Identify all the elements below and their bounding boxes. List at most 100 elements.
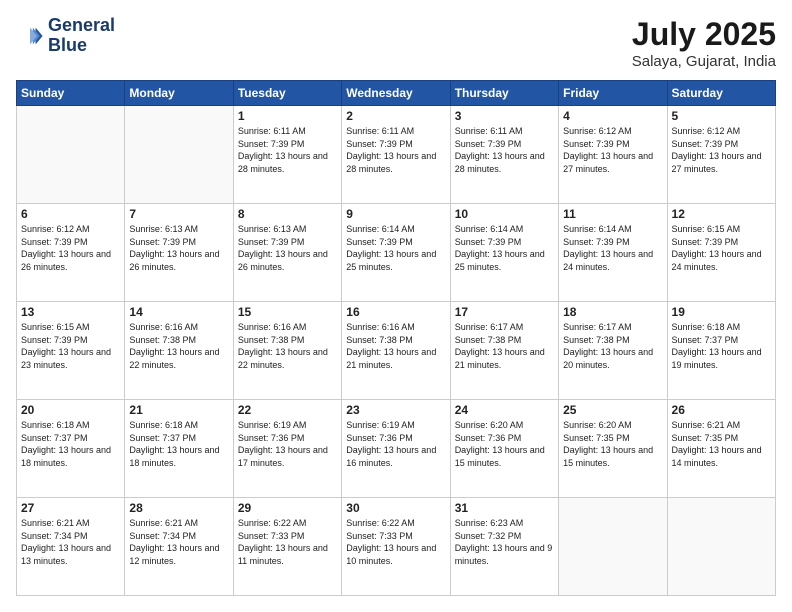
day-info: Sunrise: 6:19 AM Sunset: 7:36 PM Dayligh… <box>346 419 445 469</box>
day-number: 24 <box>455 403 554 417</box>
day-info: Sunrise: 6:16 AM Sunset: 7:38 PM Dayligh… <box>129 321 228 371</box>
day-info: Sunrise: 6:12 AM Sunset: 7:39 PM Dayligh… <box>21 223 120 273</box>
logo-line2: Blue <box>48 36 115 56</box>
logo-text: General Blue <box>48 16 115 56</box>
calendar-cell: 19 Sunrise: 6:18 AM Sunset: 7:37 PM Dayli… <box>667 302 775 400</box>
day-info: Sunrise: 6:22 AM Sunset: 7:33 PM Dayligh… <box>346 517 445 567</box>
day-info: Sunrise: 6:23 AM Sunset: 7:32 PM Dayligh… <box>455 517 554 567</box>
title-block: July 2025 Salaya, Gujarat, India <box>632 16 776 70</box>
day-info: Sunrise: 6:11 AM Sunset: 7:39 PM Dayligh… <box>238 125 337 175</box>
calendar-cell: 10 Sunrise: 6:14 AM Sunset: 7:39 PM Dayli… <box>450 204 558 302</box>
day-number: 16 <box>346 305 445 319</box>
calendar-cell: 7 Sunrise: 6:13 AM Sunset: 7:39 PM Daylig… <box>125 204 233 302</box>
calendar-week-row: 6 Sunrise: 6:12 AM Sunset: 7:39 PM Daylig… <box>17 204 776 302</box>
calendar-cell: 9 Sunrise: 6:14 AM Sunset: 7:39 PM Daylig… <box>342 204 450 302</box>
calendar-cell: 24 Sunrise: 6:20 AM Sunset: 7:36 PM Dayli… <box>450 400 558 498</box>
calendar-cell: 5 Sunrise: 6:12 AM Sunset: 7:39 PM Daylig… <box>667 106 775 204</box>
day-number: 13 <box>21 305 120 319</box>
calendar-cell: 31 Sunrise: 6:23 AM Sunset: 7:32 PM Dayli… <box>450 498 558 596</box>
calendar-cell: 14 Sunrise: 6:16 AM Sunset: 7:38 PM Dayli… <box>125 302 233 400</box>
day-info: Sunrise: 6:21 AM Sunset: 7:34 PM Dayligh… <box>129 517 228 567</box>
calendar-table: SundayMondayTuesdayWednesdayThursdayFrid… <box>16 80 776 596</box>
page: General Blue July 2025 Salaya, Gujarat, … <box>0 0 792 612</box>
day-number: 19 <box>672 305 771 319</box>
calendar-cell: 13 Sunrise: 6:15 AM Sunset: 7:39 PM Dayli… <box>17 302 125 400</box>
day-info: Sunrise: 6:13 AM Sunset: 7:39 PM Dayligh… <box>129 223 228 273</box>
calendar-cell: 3 Sunrise: 6:11 AM Sunset: 7:39 PM Daylig… <box>450 106 558 204</box>
weekday-header-friday: Friday <box>559 81 667 106</box>
day-number: 30 <box>346 501 445 515</box>
day-number: 15 <box>238 305 337 319</box>
day-info: Sunrise: 6:18 AM Sunset: 7:37 PM Dayligh… <box>672 321 771 371</box>
day-number: 10 <box>455 207 554 221</box>
day-info: Sunrise: 6:21 AM Sunset: 7:34 PM Dayligh… <box>21 517 120 567</box>
day-info: Sunrise: 6:19 AM Sunset: 7:36 PM Dayligh… <box>238 419 337 469</box>
logo: General Blue <box>16 16 115 56</box>
calendar-week-row: 1Sunrise: 6:11 AM Sunset: 7:39 PM Daylig… <box>17 106 776 204</box>
day-info: Sunrise: 6:13 AM Sunset: 7:39 PM Dayligh… <box>238 223 337 273</box>
calendar-cell: 17 Sunrise: 6:17 AM Sunset: 7:38 PM Dayli… <box>450 302 558 400</box>
month-title: July 2025 <box>632 16 776 53</box>
day-number: 11 <box>563 207 662 221</box>
day-number: 6 <box>21 207 120 221</box>
calendar-cell <box>667 498 775 596</box>
day-info: Sunrise: 6:16 AM Sunset: 7:38 PM Dayligh… <box>346 321 445 371</box>
day-info: Sunrise: 6:22 AM Sunset: 7:33 PM Dayligh… <box>238 517 337 567</box>
calendar-cell: 12Sunrise: 6:15 AM Sunset: 7:39 PM Dayli… <box>667 204 775 302</box>
day-info: Sunrise: 6:16 AM Sunset: 7:38 PM Dayligh… <box>238 321 337 371</box>
day-number: 3 <box>455 109 554 123</box>
calendar-cell: 8Sunrise: 6:13 AM Sunset: 7:39 PM Daylig… <box>233 204 341 302</box>
calendar-cell: 25Sunrise: 6:20 AM Sunset: 7:35 PM Dayli… <box>559 400 667 498</box>
calendar-cell <box>125 106 233 204</box>
calendar-cell: 22 Sunrise: 6:19 AM Sunset: 7:36 PM Dayli… <box>233 400 341 498</box>
day-info: Sunrise: 6:12 AM Sunset: 7:39 PM Dayligh… <box>563 125 662 175</box>
day-number: 4 <box>563 109 662 123</box>
calendar-cell: 28 Sunrise: 6:21 AM Sunset: 7:34 PM Dayli… <box>125 498 233 596</box>
calendar-cell: 15 Sunrise: 6:16 AM Sunset: 7:38 PM Dayli… <box>233 302 341 400</box>
calendar-cell: 23 Sunrise: 6:19 AM Sunset: 7:36 PM Dayli… <box>342 400 450 498</box>
day-number: 5 <box>672 109 771 123</box>
day-info: Sunrise: 6:14 AM Sunset: 7:39 PM Dayligh… <box>563 223 662 273</box>
day-info: Sunrise: 6:20 AM Sunset: 7:36 PM Dayligh… <box>455 419 554 469</box>
calendar-cell: 30 Sunrise: 6:22 AM Sunset: 7:33 PM Dayli… <box>342 498 450 596</box>
weekday-header-wednesday: Wednesday <box>342 81 450 106</box>
day-number: 20 <box>21 403 120 417</box>
logo-icon <box>16 22 44 50</box>
day-number: 21 <box>129 403 228 417</box>
calendar-cell: 27Sunrise: 6:21 AM Sunset: 7:34 PM Dayli… <box>17 498 125 596</box>
weekday-header-monday: Monday <box>125 81 233 106</box>
weekday-header-thursday: Thursday <box>450 81 558 106</box>
day-number: 31 <box>455 501 554 515</box>
day-info: Sunrise: 6:11 AM Sunset: 7:39 PM Dayligh… <box>455 125 554 175</box>
day-number: 28 <box>129 501 228 515</box>
day-number: 26 <box>672 403 771 417</box>
day-info: Sunrise: 6:15 AM Sunset: 7:39 PM Dayligh… <box>21 321 120 371</box>
calendar-cell: 4 Sunrise: 6:12 AM Sunset: 7:39 PM Daylig… <box>559 106 667 204</box>
day-number: 17 <box>455 305 554 319</box>
day-info: Sunrise: 6:18 AM Sunset: 7:37 PM Dayligh… <box>129 419 228 469</box>
day-number: 23 <box>346 403 445 417</box>
day-info: Sunrise: 6:14 AM Sunset: 7:39 PM Dayligh… <box>346 223 445 273</box>
calendar-week-row: 20 Sunrise: 6:18 AM Sunset: 7:37 PM Dayli… <box>17 400 776 498</box>
day-info: Sunrise: 6:18 AM Sunset: 7:37 PM Dayligh… <box>21 419 120 469</box>
day-info: Sunrise: 6:15 AM Sunset: 7:39 PM Dayligh… <box>672 223 771 273</box>
weekday-header-row: SundayMondayTuesdayWednesdayThursdayFrid… <box>17 81 776 106</box>
day-number: 7 <box>129 207 228 221</box>
day-number: 29 <box>238 501 337 515</box>
day-number: 25 <box>563 403 662 417</box>
day-number: 9 <box>346 207 445 221</box>
calendar-cell: 18 Sunrise: 6:17 AM Sunset: 7:38 PM Dayli… <box>559 302 667 400</box>
calendar-cell: 20 Sunrise: 6:18 AM Sunset: 7:37 PM Dayli… <box>17 400 125 498</box>
calendar-week-row: 13 Sunrise: 6:15 AM Sunset: 7:39 PM Dayli… <box>17 302 776 400</box>
calendar-week-row: 27Sunrise: 6:21 AM Sunset: 7:34 PM Dayli… <box>17 498 776 596</box>
day-number: 18 <box>563 305 662 319</box>
day-info: Sunrise: 6:17 AM Sunset: 7:38 PM Dayligh… <box>563 321 662 371</box>
day-info: Sunrise: 6:17 AM Sunset: 7:38 PM Dayligh… <box>455 321 554 371</box>
day-number: 22 <box>238 403 337 417</box>
location: Salaya, Gujarat, India <box>632 53 776 70</box>
day-info: Sunrise: 6:12 AM Sunset: 7:39 PM Dayligh… <box>672 125 771 175</box>
calendar-cell: 2Sunrise: 6:11 AM Sunset: 7:39 PM Daylig… <box>342 106 450 204</box>
day-info: Sunrise: 6:14 AM Sunset: 7:39 PM Dayligh… <box>455 223 554 273</box>
day-number: 14 <box>129 305 228 319</box>
weekday-header-saturday: Saturday <box>667 81 775 106</box>
